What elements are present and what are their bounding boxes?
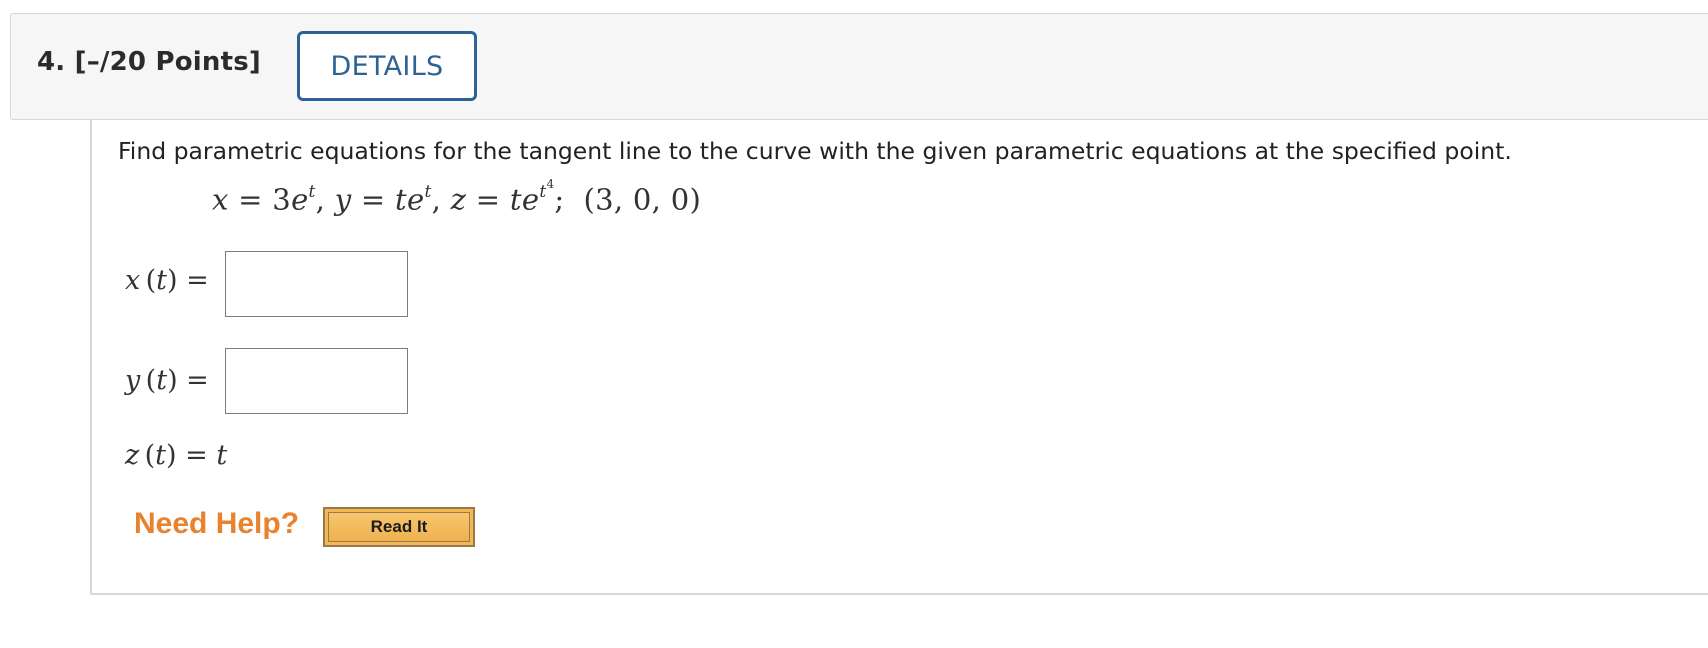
z-answer-value: t [216,440,228,471]
x-answer-label: x (t) = [125,265,209,296]
question-points: [–/20 Points] [74,47,261,77]
x-answer-input[interactable] [225,251,408,317]
y-answer-label: y (t) = [125,365,209,396]
y-answer-input[interactable] [225,348,408,414]
specified-point: (3, 0, 0) [583,182,702,217]
question-page: 4. [–/20 Points] DETAILS Find parametric… [0,0,1708,648]
given-equations: x = 3et, y = tet, z = tet4; (3, 0, 0) [212,177,702,217]
z-answer: z (t) = t [125,440,228,471]
need-help-label: Need Help? [134,507,300,540]
read-it-button-label: Read It [328,512,470,542]
question-prompt: Find parametric equations for the tangen… [118,137,1512,165]
question-number: 4. [37,47,66,77]
question-header [10,13,1708,120]
question-heading: 4. [–/20 Points] [37,47,261,77]
details-button[interactable]: DETAILS [297,31,477,101]
read-it-button[interactable]: Read It [323,507,475,547]
